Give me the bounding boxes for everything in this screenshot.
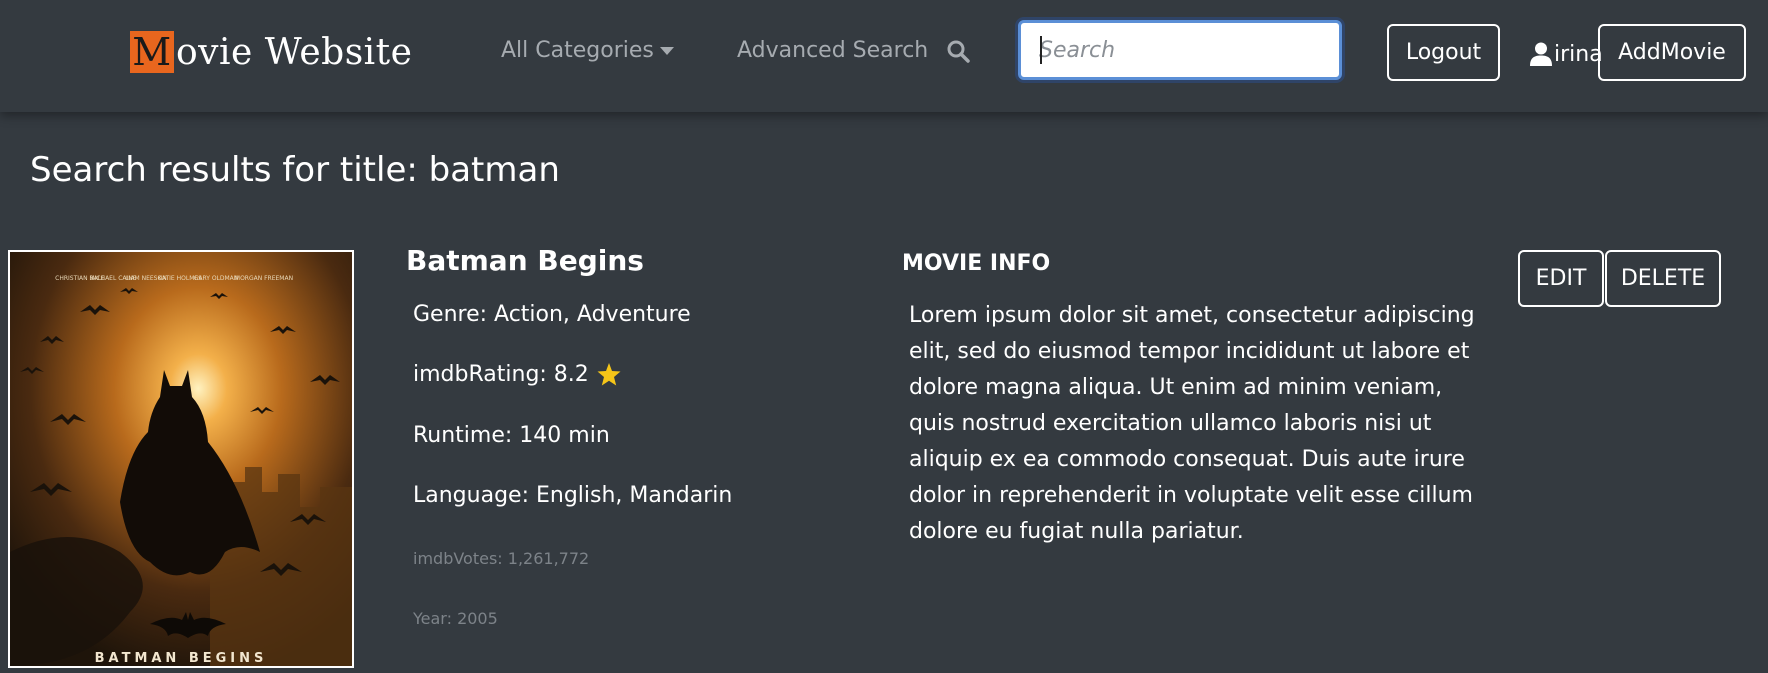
movie-genre: Genre: Action, Adventure [413, 302, 691, 327]
user-profile-link[interactable]: irina [1530, 36, 1603, 72]
movie-votes: imdbVotes: 1,261,772 [413, 549, 590, 568]
movie-title[interactable]: Batman Begins [406, 244, 644, 277]
add-movie-button[interactable]: AddMovie [1598, 24, 1746, 81]
user-icon [1530, 42, 1552, 66]
brand-initial: M [130, 31, 174, 73]
movie-rating: imdbRating: 8.2 [413, 362, 621, 387]
username: irina [1554, 41, 1603, 67]
poster-title: BATMAN BEGINS [95, 651, 268, 666]
rating-text: imdbRating: 8.2 [413, 362, 589, 387]
movie-poster[interactable]: CHRISTIAN BALE MICHAEL CAINE LIAM NEESON… [8, 250, 354, 668]
star-icon [597, 363, 621, 386]
movie-runtime: Runtime: 140 min [413, 423, 610, 448]
advanced-search-label: Advanced Search [737, 38, 929, 63]
caret-down-icon [659, 46, 674, 55]
poster-cast-6: MORGAN FREEMAN [235, 275, 293, 282]
categories-dropdown[interactable]: All Categories [501, 38, 674, 63]
brand-logo[interactable]: M ovie Website [130, 30, 412, 74]
search-icon[interactable] [946, 39, 970, 63]
brand-name: ovie Website [176, 31, 413, 73]
delete-button[interactable]: DELETE [1605, 250, 1721, 307]
movie-year: Year: 2005 [413, 609, 498, 628]
search-field[interactable] [1018, 20, 1342, 80]
add-movie-label: AddMovie [1618, 40, 1726, 65]
search-input[interactable] [1021, 23, 1339, 77]
page-title: Search results for title: batman [30, 150, 560, 190]
navbar: M ovie Website All Categories Advanced S… [0, 0, 1768, 112]
categories-label: All Categories [501, 38, 654, 63]
movie-info-text: Lorem ipsum dolor sit amet, consectetur … [909, 303, 1475, 544]
edit-label: EDIT [1535, 266, 1587, 291]
text-cursor [1040, 36, 1042, 64]
advanced-search-link[interactable]: Advanced Search [737, 38, 970, 63]
logout-button[interactable]: Logout [1387, 24, 1500, 81]
poster-cast-5: GARY OLDMAN [194, 275, 239, 282]
movie-language: Language: English, Mandarin [413, 483, 733, 508]
logout-label: Logout [1405, 40, 1482, 65]
delete-label: DELETE [1620, 266, 1706, 291]
movie-info-heading: MOVIE INFO [902, 251, 1051, 276]
edit-button[interactable]: EDIT [1518, 250, 1604, 307]
